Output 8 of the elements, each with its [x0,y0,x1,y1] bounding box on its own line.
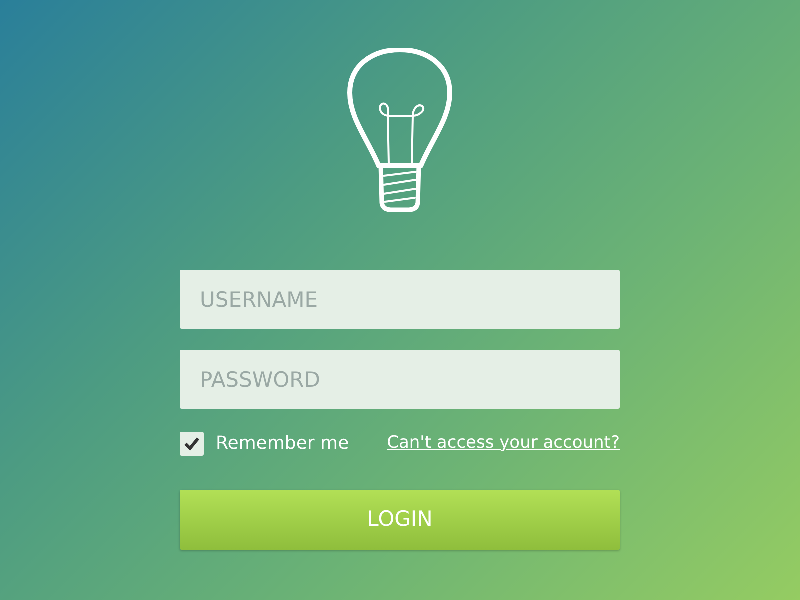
login-button[interactable]: LOGIN [180,490,620,550]
lightbulb-icon [347,48,453,214]
checkmark-icon [183,434,201,452]
forgot-account-link[interactable]: Can't access your account? [387,430,620,456]
remember-checkbox[interactable] [180,432,204,456]
username-field[interactable]: USERNAME [180,270,620,329]
remember-label: Remember me [216,432,350,456]
password-field[interactable]: PASSWORD [180,350,620,409]
